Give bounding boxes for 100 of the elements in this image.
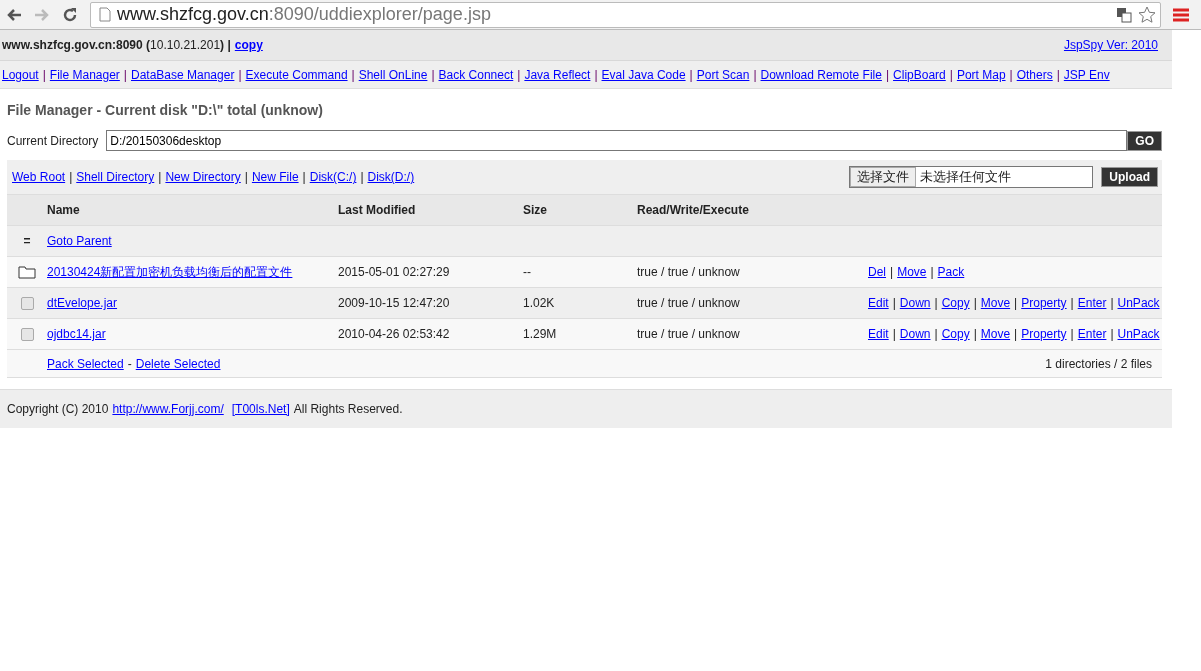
separator: -: [127, 356, 132, 371]
server-info: www.shzfcg.gov.cn:8090 (10.10.21.201) |: [2, 38, 231, 52]
separator: |: [123, 67, 127, 82]
action-link[interactable]: Move: [980, 296, 1011, 310]
url-text: www.shzfcg.gov.cn:8090/uddiexplorer/page.jsp: [117, 4, 491, 25]
separator: |: [517, 67, 521, 82]
modified-cell-text: 2010-04-26 02:53:42: [338, 327, 451, 341]
toolbar-link[interactable]: New Directory: [165, 170, 241, 184]
toolbar-link[interactable]: New File: [251, 170, 299, 184]
go-button[interactable]: GO: [1127, 130, 1162, 151]
nav-link[interactable]: ClipBoard: [893, 67, 946, 82]
separator: |: [934, 296, 938, 310]
column-header: Read/Write/Execute: [637, 203, 750, 217]
file-checkbox[interactable]: [20, 327, 34, 341]
file-name-link[interactable]: Goto Parent: [47, 234, 112, 248]
separator: |: [431, 67, 435, 82]
nav-link[interactable]: DataBase Manager: [131, 67, 235, 82]
reload-icon[interactable]: [62, 6, 78, 23]
action-link[interactable]: UnPack: [1117, 327, 1160, 341]
separator: |: [934, 327, 938, 341]
separator: |: [892, 327, 896, 341]
action-link[interactable]: Down: [899, 296, 931, 310]
file-name-link[interactable]: ojdbc14.jar: [47, 327, 106, 341]
star-icon[interactable]: [1138, 5, 1156, 24]
nav-link[interactable]: Eval Java Code: [601, 67, 686, 82]
address-bar[interactable]: www.shzfcg.gov.cn:8090/uddiexplorer/page.jsp: [90, 1, 1161, 28]
separator: |: [69, 170, 73, 184]
nav-link[interactable]: Shell OnLine: [358, 67, 428, 82]
file-checkbox[interactable]: [20, 296, 34, 310]
action-link[interactable]: Pack: [937, 265, 965, 279]
website-link[interactable]: http://www.Forjj.com/: [112, 402, 224, 416]
toolbar-link[interactable]: Disk(C:/): [309, 170, 357, 184]
separator: |: [1009, 67, 1013, 82]
action-link[interactable]: Enter: [1077, 296, 1107, 310]
file-name-link[interactable]: dtEvelope.jar: [47, 296, 118, 310]
nav-link[interactable]: Download Remote File: [760, 67, 882, 82]
separator: |: [973, 296, 977, 310]
separator: |: [158, 170, 162, 184]
copy-link[interactable]: copy: [234, 38, 263, 52]
modified-cell-text: 2009-10-15 12:47:20: [338, 296, 451, 310]
parent-icon: =: [23, 234, 31, 248]
separator: |: [890, 265, 894, 279]
action-link[interactable]: Copy: [941, 327, 970, 341]
toolbar-link[interactable]: Shell Directory: [76, 170, 155, 184]
action-link[interactable]: Move: [897, 265, 927, 279]
separator: |: [1056, 67, 1060, 82]
toolbar-link[interactable]: Disk(D:/): [367, 170, 415, 184]
page-title: File Manager - Current disk "D:\" total (unknow): [7, 101, 324, 120]
nav-link[interactable]: Logout: [2, 67, 39, 82]
size-cell-text: 1.02K: [523, 296, 556, 310]
separator: |: [1070, 296, 1074, 310]
separator: |: [244, 170, 248, 184]
separator: |: [885, 67, 890, 82]
upload-button[interactable]: Upload: [1101, 167, 1158, 187]
size-cell-text: --: [523, 265, 532, 279]
menu-icon[interactable]: [1173, 7, 1189, 22]
separator: |: [351, 67, 355, 82]
nav-link[interactable]: Port Map: [956, 67, 1006, 82]
pack-selected-link[interactable]: Pack Selected: [47, 356, 124, 371]
action-link[interactable]: Property: [1021, 327, 1067, 341]
directory-field[interactable]: D:/20150306desktop: [106, 130, 1128, 151]
action-link[interactable]: Edit: [868, 327, 889, 341]
action-link[interactable]: UnPack: [1117, 296, 1160, 310]
file-picker[interactable]: 选择文件 未选择任何文件: [849, 166, 1094, 188]
copyright-text: Copyright (C) 2010: [7, 402, 109, 416]
separator: |: [753, 67, 757, 82]
separator: |: [594, 67, 598, 82]
nav-link[interactable]: File Manager: [49, 67, 120, 82]
separator: |: [302, 170, 306, 184]
website-link[interactable]: [T00ls.Net]: [231, 402, 290, 416]
separator: |: [892, 296, 896, 310]
separator: |: [1014, 296, 1018, 310]
separator: |: [949, 67, 953, 82]
back-arrow-icon[interactable]: [6, 7, 22, 22]
nav-link[interactable]: Execute Command: [245, 67, 348, 82]
action-link[interactable]: Edit: [868, 296, 889, 310]
action-link[interactable]: Property: [1021, 296, 1067, 310]
nav-link[interactable]: JSP Env: [1063, 67, 1110, 82]
nav-link[interactable]: Back Connect: [438, 67, 514, 82]
action-link[interactable]: Enter: [1077, 327, 1107, 341]
column-header: Name: [47, 203, 81, 217]
toolbar-link[interactable]: Web Root: [12, 170, 66, 184]
nav-link[interactable]: Others: [1016, 67, 1053, 82]
version-link[interactable]: JspSpy Ver: 2010: [1063, 38, 1158, 52]
separator: |: [689, 67, 693, 82]
nav-link[interactable]: Java Reflect: [524, 67, 591, 82]
separator: |: [42, 67, 46, 82]
size-cell-text: 1.29M: [523, 327, 558, 341]
nav-link[interactable]: Port Scan: [696, 67, 750, 82]
file-name-link[interactable]: 20130424新配置加密机负载均衡后的配置文件: [47, 264, 293, 279]
action-link[interactable]: Del: [868, 265, 886, 279]
delete-selected-link[interactable]: Delete Selected: [135, 356, 221, 371]
translate-icon[interactable]: [1116, 6, 1132, 23]
folder-icon: [18, 265, 36, 279]
action-link[interactable]: Down: [899, 327, 931, 341]
separator: |: [238, 67, 242, 82]
rights-text: All Rights Reserved.: [293, 402, 403, 416]
separator: |: [973, 327, 977, 341]
action-link[interactable]: Copy: [941, 296, 970, 310]
action-link[interactable]: Move: [980, 327, 1011, 341]
